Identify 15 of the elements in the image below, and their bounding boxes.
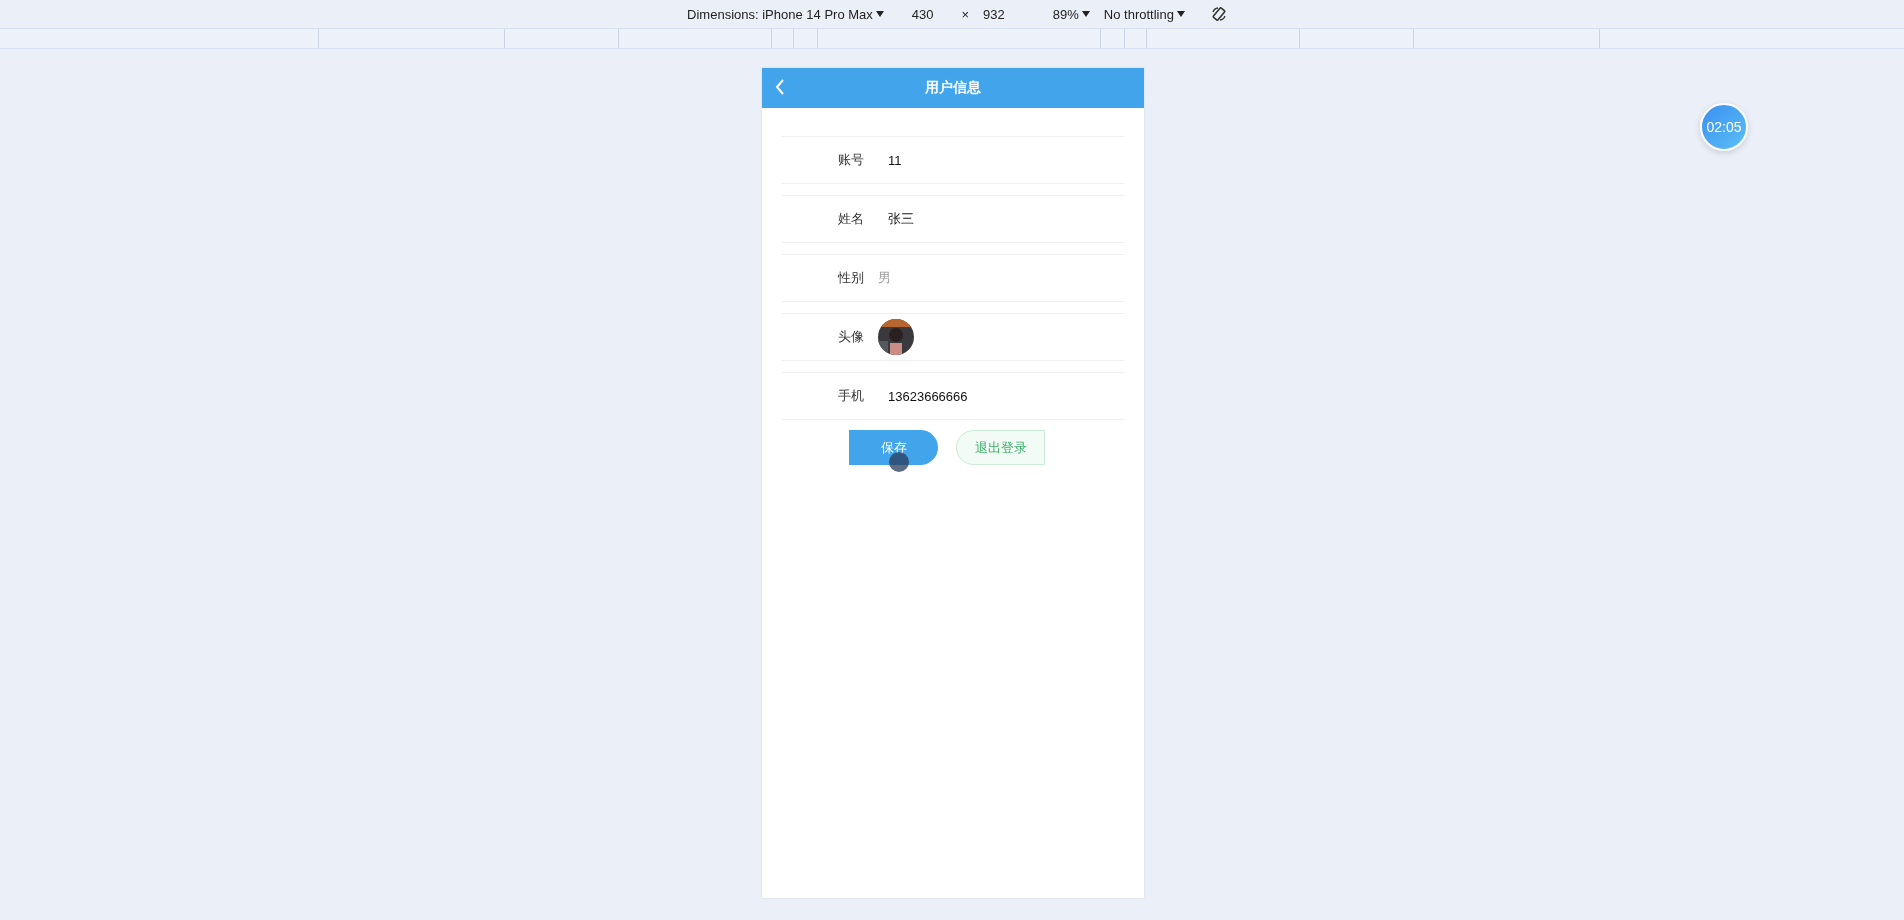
throttling-dropdown[interactable]: No throttling	[1103, 6, 1185, 22]
width-field[interactable]: 430	[911, 6, 934, 22]
field-label: 性别	[838, 269, 865, 287]
field-value[interactable]: 13623666666	[888, 388, 968, 404]
field-label: 头像	[838, 328, 865, 346]
field-value[interactable]: 张三	[888, 210, 914, 228]
field-label: 姓名	[838, 210, 865, 228]
times-sign: ×	[961, 6, 970, 22]
zoom-dropdown[interactable]: 89%	[1052, 6, 1090, 22]
field-label: 账号	[838, 151, 865, 169]
field-value[interactable]: 11	[888, 152, 902, 168]
dimensions-dropdown[interactable]: Dimensions: iPhone 14 Pro Max	[687, 6, 884, 22]
height-field[interactable]: 932	[983, 6, 1005, 22]
field-label: 手机	[838, 387, 865, 405]
page-title: 用户信息	[925, 79, 981, 97]
